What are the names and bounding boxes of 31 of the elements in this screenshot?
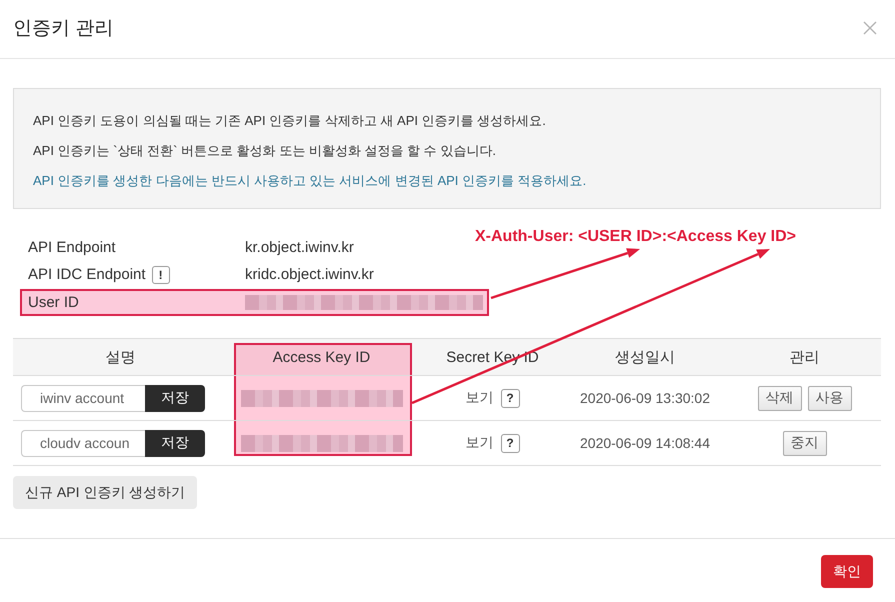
notice-text: API 인증키는 `상태 전환` 버튼으로 활성화 또는 비활성화 설정을 할 수 있습니다. [33,142,497,160]
help-icon[interactable]: ? [500,388,520,408]
field-label: API Endpoint [28,239,116,256]
field-label: User ID [28,294,79,311]
description-field[interactable]: cloudv accoun [21,430,145,456]
confirm-button[interactable]: 확인 [821,555,873,588]
action-button[interactable]: 중지 [782,430,826,456]
notice-text: API 인증키를 생성한 다음에는 반드시 사용하고 있는 서비스에 변경된 API 인증키를 적용하세요. [33,172,588,190]
field-value: kr.object.iwinv.kr [245,239,355,256]
info-icon[interactable]: ! [152,266,170,284]
view-link[interactable]: 보기 [466,434,494,452]
description-field[interactable]: iwinv account [21,384,145,412]
help-icon[interactable]: ? [500,434,520,452]
column-header: 생성일시 [570,339,720,376]
view-link[interactable]: 보기 [466,389,494,407]
column-header: 관리 [720,339,881,376]
column-header: Access Key ID [228,339,415,376]
close-icon[interactable] [863,21,877,35]
field-label: API IDC Endpoint [28,266,146,283]
annotation-label: X-Auth-User: <USER ID>:<Access Key ID> [475,228,796,246]
dialog-title: 인증키 관리 [13,17,114,41]
action-button[interactable]: 삭제 [758,386,802,410]
action-button[interactable]: 사용 [808,386,852,410]
table-cell: 2020-06-09 13:30:02 [580,390,710,406]
save-button[interactable]: 저장 [145,430,205,456]
column-header: 설명 [13,339,228,376]
field-value: kridc.object.iwinv.kr [245,266,375,283]
table-cell: 2020-06-09 14:08:44 [580,435,710,451]
notice-text: API 인증키 도용이 의심될 때는 기존 API 인증키를 삭제하고 새 API 인증키를 생성하세요. [33,112,547,130]
save-button[interactable]: 저장 [145,384,205,412]
create-key-button[interactable]: 신규 API 인증키 생성하기 [13,476,198,509]
